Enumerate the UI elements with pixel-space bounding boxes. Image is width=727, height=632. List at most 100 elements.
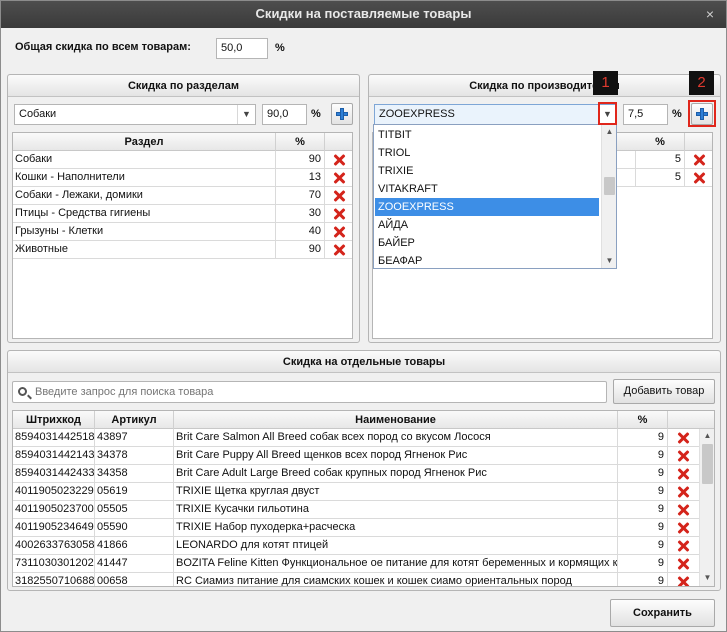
delete-icon[interactable] [333, 190, 345, 202]
add-section-button[interactable] [331, 103, 353, 125]
product-name: Brit Care Salmon All Breed собак всех по… [174, 429, 618, 447]
maker-percent: 5 [636, 151, 685, 169]
dropdown-option[interactable]: БЕАФАР [375, 252, 599, 268]
product-barcode: 4011905023700 [13, 501, 95, 519]
section-percent: 13 [276, 169, 325, 187]
table-row[interactable]: 4011905234649 05590 TRIXIE Набор пуходер… [13, 519, 714, 537]
section-select[interactable]: Собаки ▼ [14, 104, 256, 125]
product-name: TRIXIE Щетка круглая двуст [174, 483, 618, 501]
delete-icon[interactable] [677, 576, 689, 586]
table-row[interactable]: 8594031442143 34378 Brit Care Puppy All … [13, 447, 714, 465]
delete-icon[interactable] [333, 154, 345, 166]
maker-discount-input[interactable]: 7,5 [623, 104, 668, 125]
products-table: Штрихкод Артикул Наименование % 85940314… [12, 410, 715, 587]
column-header-percent[interactable]: % [276, 133, 325, 151]
product-barcode: 4011905023229 [13, 483, 95, 501]
delete-icon[interactable] [693, 154, 705, 166]
dropdown-option[interactable]: VITAKRAFT [375, 180, 599, 198]
table-row[interactable]: Птицы - Средства гигиены 30 [13, 205, 352, 223]
delete-icon[interactable] [693, 172, 705, 184]
overall-discount-input[interactable]: 50,0 [216, 38, 268, 59]
add-product-button[interactable]: Добавить товар [613, 379, 715, 404]
section-discount-input[interactable]: 90,0 [262, 104, 307, 125]
scroll-thumb[interactable] [702, 444, 713, 484]
table-row[interactable]: 3182550710688 00658 RC Сиамиз питание дл… [13, 573, 714, 586]
delete-icon[interactable] [677, 468, 689, 480]
delete-icon[interactable] [677, 522, 689, 534]
product-article: 34358 [95, 465, 174, 483]
chevron-down-icon[interactable]: ▼ [237, 105, 255, 124]
table-row[interactable]: 8594031442433 34358 Brit Care Adult Larg… [13, 465, 714, 483]
table-row[interactable]: 8594031442518 43897 Brit Care Salmon All… [13, 429, 714, 447]
scroll-thumb[interactable] [604, 177, 615, 195]
section-name: Собаки - Лежаки, домики [13, 187, 276, 205]
section-percent: 30 [276, 205, 325, 223]
dropdown-option[interactable]: TITBIT [375, 126, 599, 144]
dropdown-option-selected[interactable]: ZOOEXPRESS [375, 198, 599, 216]
table-row[interactable]: Кошки - Наполнители 13 [13, 169, 352, 187]
close-icon[interactable]: × [700, 1, 720, 27]
product-barcode: 4011905234649 [13, 519, 95, 537]
delete-icon[interactable] [677, 432, 689, 444]
product-barcode: 7311030301202 [13, 555, 95, 573]
annotation-highlight-1 [598, 102, 617, 125]
product-barcode: 8594031442433 [13, 465, 95, 483]
product-name: TRIXIE Набор пуходерка+расческа [174, 519, 618, 537]
dropdown-option[interactable]: БАЙЕР [375, 234, 599, 252]
table-row[interactable]: Грызуны - Клетки 40 [13, 223, 352, 241]
makers-panel-title: Скидка по производителям [369, 75, 720, 97]
section-name: Собаки [13, 151, 276, 169]
product-name: BOZITA Feline Kitten Функциональное ое п… [174, 555, 618, 573]
product-article: 05619 [95, 483, 174, 501]
products-scrollbar[interactable]: ▲ ▼ [699, 429, 714, 586]
table-row[interactable]: 7311030301202 41447 BOZITA Feline Kitten… [13, 555, 714, 573]
scroll-down-icon[interactable]: ▼ [602, 254, 616, 268]
table-row[interactable]: Животные 90 [13, 241, 352, 259]
table-row[interactable]: 4002633763058 41866 LEONARDO для котят п… [13, 537, 714, 555]
delete-icon[interactable] [677, 540, 689, 552]
overall-discount-label: Общая скидка по всем товарам: [15, 41, 191, 53]
table-row[interactable]: Собаки - Лежаки, домики 70 [13, 187, 352, 205]
delete-icon[interactable] [333, 244, 345, 256]
scroll-down-icon[interactable]: ▼ [700, 571, 714, 585]
overall-percent-label: % [275, 42, 285, 54]
delete-icon[interactable] [333, 226, 345, 238]
column-header-percent[interactable]: % [636, 133, 685, 151]
table-row[interactable]: 4011905023700 05505 TRIXIE Кусачки гильо… [13, 501, 714, 519]
maker-select[interactable]: ZOOEXPRESS ▼ [374, 104, 617, 125]
product-percent: 9 [618, 573, 668, 586]
sections-panel-title: Скидка по разделам [8, 75, 359, 97]
product-barcode: 8594031442518 [13, 429, 95, 447]
delete-icon[interactable] [677, 504, 689, 516]
column-header-barcode[interactable]: Штрихкод [13, 411, 95, 429]
product-barcode: 3182550710688 [13, 573, 95, 586]
product-article: 34378 [95, 447, 174, 465]
delete-icon[interactable] [677, 558, 689, 570]
product-search-input[interactable] [33, 382, 603, 402]
dropdown-scrollbar[interactable]: ▲ ▼ [601, 125, 616, 268]
product-search-box[interactable] [12, 381, 607, 403]
section-name: Животные [13, 241, 276, 259]
dropdown-option[interactable]: TRIOL [375, 144, 599, 162]
delete-icon[interactable] [333, 172, 345, 184]
product-name: Brit Care Adult Large Breed собак крупны… [174, 465, 618, 483]
delete-icon[interactable] [677, 486, 689, 498]
discount-dialog: Скидки на поставляемые товары × Общая ск… [0, 0, 727, 632]
dropdown-option[interactable]: TRIXIE [375, 162, 599, 180]
delete-icon[interactable] [677, 450, 689, 462]
column-header-article[interactable]: Артикул [95, 411, 174, 429]
save-button[interactable]: Сохранить [610, 599, 715, 627]
product-article: 41866 [95, 537, 174, 555]
table-row[interactable]: Собаки 90 [13, 151, 352, 169]
table-row[interactable]: 4011905023229 05619 TRIXIE Щетка круглая… [13, 483, 714, 501]
delete-icon[interactable] [333, 208, 345, 220]
scroll-up-icon[interactable]: ▲ [602, 125, 616, 139]
dropdown-option[interactable]: АЙДА [375, 216, 599, 234]
sections-table: Раздел % Собаки 90 Кошки - Наполнители 1… [12, 132, 353, 339]
column-header-percent[interactable]: % [618, 411, 668, 429]
column-header-section[interactable]: Раздел [13, 133, 276, 151]
product-barcode: 8594031442143 [13, 447, 95, 465]
scroll-up-icon[interactable]: ▲ [700, 429, 714, 443]
column-header-name[interactable]: Наименование [174, 411, 618, 429]
product-name: Brit Care Puppy All Breed щенков всех по… [174, 447, 618, 465]
